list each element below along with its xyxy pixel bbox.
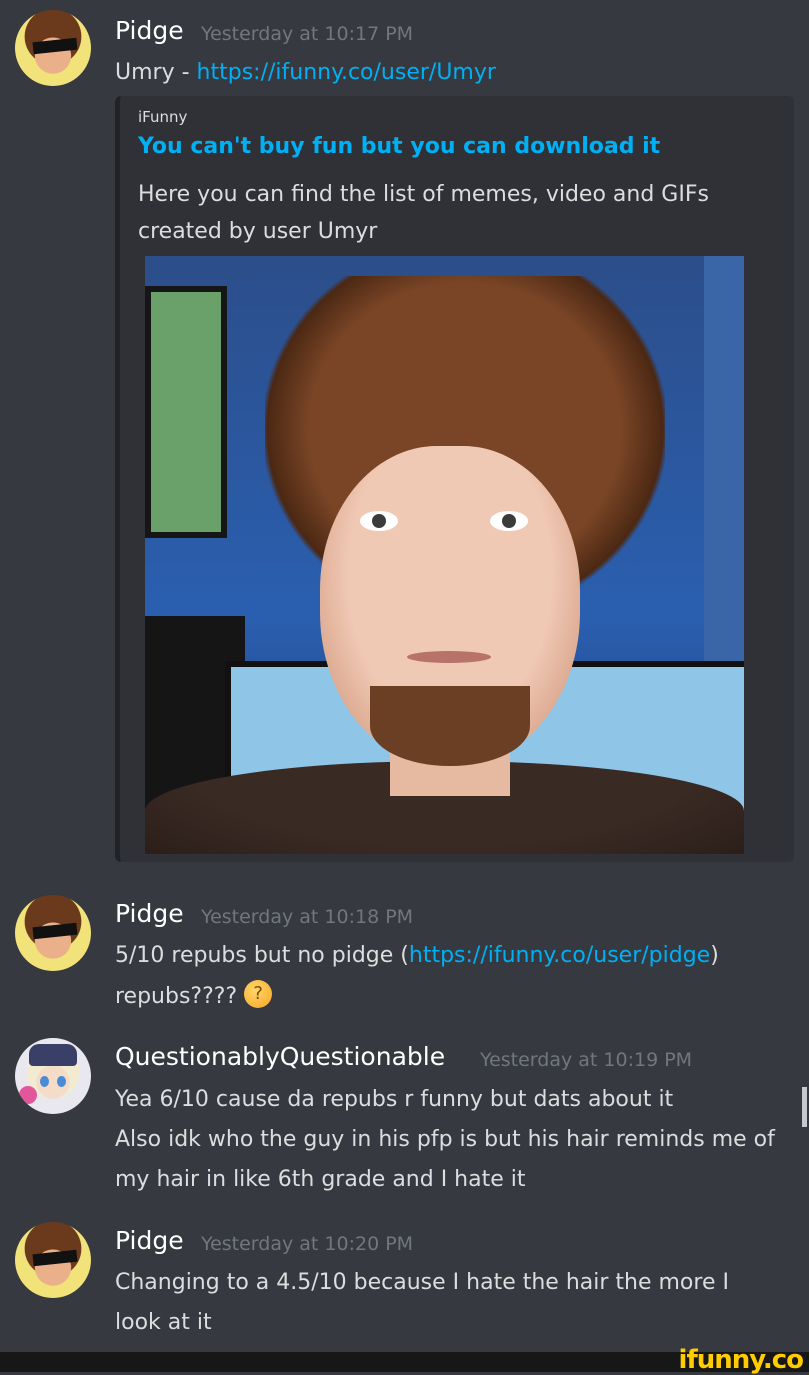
timestamp: Yesterday at 10:19 PM	[480, 1049, 693, 1071]
message-text: 5/10 repubs but no pidge (https://ifunny…	[115, 943, 719, 968]
author-name[interactable]: Pidge	[115, 899, 184, 928]
link-embed: iFunny You can't buy fun but you can dow…	[115, 96, 794, 862]
scrollbar-thumb[interactable]	[802, 1087, 807, 1127]
embed-title[interactable]: You can't buy fun but you can download i…	[138, 134, 660, 159]
message-text-prefix: Umry -	[115, 60, 197, 85]
embed-description-line: Here you can find the list of memes, vid…	[138, 182, 709, 207]
timestamp: Yesterday at 10:17 PM	[201, 23, 414, 45]
author-name[interactable]: Pidge	[115, 16, 184, 45]
message-text-part: )	[710, 943, 719, 968]
message-text: repubs???? ?	[115, 980, 273, 1011]
author-name[interactable]: Pidge	[115, 1226, 184, 1255]
timestamp: Yesterday at 10:18 PM	[201, 906, 414, 928]
message-text: Also idk who the guy in his pfp is but h…	[115, 1127, 775, 1152]
profile-link[interactable]: https://ifunny.co/user/pidge	[409, 943, 710, 968]
timestamp: Yesterday at 10:20 PM	[201, 1233, 414, 1255]
message-text: Umry - https://ifunny.co/user/Umyr	[115, 60, 496, 85]
message-text: look at it	[115, 1310, 212, 1335]
thinking-face-icon[interactable]: ?	[244, 980, 273, 1008]
message-text: my hair in like 6th grade and I hate it	[115, 1167, 526, 1192]
profile-link[interactable]: https://ifunny.co/user/Umyr	[197, 60, 496, 85]
embed-provider[interactable]: iFunny	[138, 108, 187, 126]
embed-description-line: created by user Umyr	[138, 219, 378, 244]
message-text-part: repubs????	[115, 984, 238, 1009]
message-text: Changing to a 4.5/10 because I hate the …	[115, 1270, 729, 1295]
embed-thumbnail-image[interactable]	[145, 256, 744, 854]
avatar[interactable]	[15, 1222, 91, 1298]
avatar[interactable]	[15, 10, 91, 86]
ifunny-watermark: ifunny.co	[678, 1345, 804, 1375]
message-text-part: 5/10 repubs but no pidge (	[115, 943, 409, 968]
avatar[interactable]	[15, 895, 91, 971]
embed-description: Here you can find the list of memes, vid…	[138, 176, 738, 250]
author-name[interactable]: QuestionablyQuestionable	[115, 1042, 445, 1071]
message-text: Yea 6/10 cause da repubs r funny but dat…	[115, 1087, 674, 1112]
avatar[interactable]	[15, 1038, 91, 1114]
